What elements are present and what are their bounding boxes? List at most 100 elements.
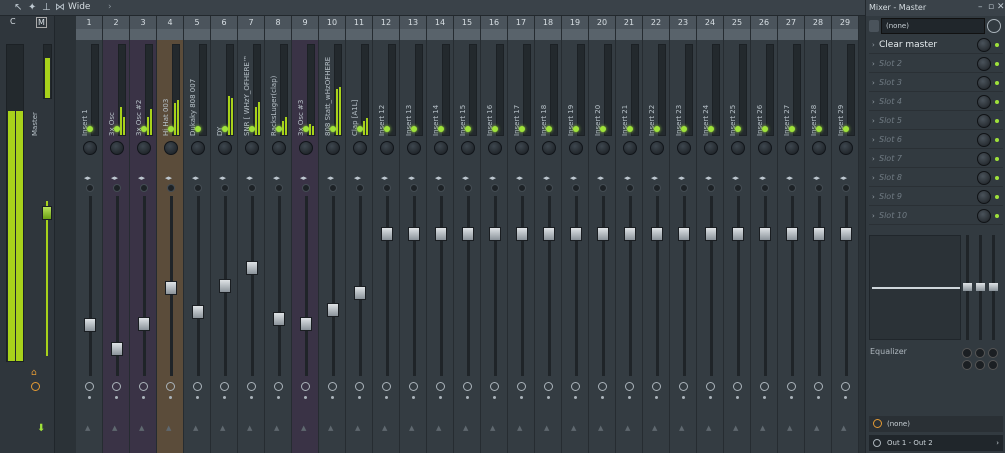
slot-mix-knob[interactable] xyxy=(977,95,991,109)
mixer-strip[interactable]: 18 Insert 18 ◂▸ ▲ xyxy=(535,16,562,453)
record-icon[interactable] xyxy=(328,382,337,391)
volume-fader[interactable] xyxy=(813,227,825,241)
record-icon[interactable] xyxy=(490,382,499,391)
fader-track[interactable] xyxy=(575,196,578,376)
stereo-arrows-icon[interactable]: ◂▸ xyxy=(84,174,91,182)
close-icon[interactable]: ✕ xyxy=(997,2,1005,12)
strip-name[interactable]: Insert 24 xyxy=(700,56,710,136)
slot-enable-led[interactable] xyxy=(995,100,999,104)
eq-band-3-handle[interactable] xyxy=(989,283,998,291)
route-arrow-icon[interactable]: ▲ xyxy=(490,424,495,432)
route-dot[interactable] xyxy=(115,396,118,399)
stereo-knob[interactable] xyxy=(356,184,364,192)
route-arrow-icon[interactable]: ▲ xyxy=(787,424,792,432)
route-arrow-icon[interactable]: ▲ xyxy=(139,424,144,432)
stereo-knob[interactable] xyxy=(167,184,175,192)
pan-knob[interactable] xyxy=(83,141,97,155)
effect-slot[interactable]: › Slot 2 xyxy=(869,55,1003,73)
strip-name[interactable]: Insert 21 xyxy=(619,56,629,136)
route-dot[interactable] xyxy=(439,396,442,399)
slot-enable-led[interactable] xyxy=(995,157,999,161)
slot-mix-knob[interactable] xyxy=(977,209,991,223)
strip-number[interactable]: 28 xyxy=(805,16,831,29)
effect-slot[interactable]: › Slot 10 xyxy=(869,207,1003,225)
route-arrow-icon[interactable]: ▲ xyxy=(274,424,279,432)
route-dot[interactable] xyxy=(601,396,604,399)
strip-number[interactable]: 16 xyxy=(481,16,507,29)
eq-knob-1[interactable] xyxy=(962,348,972,358)
route-dot[interactable] xyxy=(682,396,685,399)
master-arrow-icon[interactable]: ⬇ xyxy=(37,423,45,434)
mixer-strip[interactable]: 7 SNR [ WHzY_OFHERE™ ] ◂▸ ▲ xyxy=(238,16,265,453)
route-dot[interactable] xyxy=(520,396,523,399)
stereo-arrows-icon[interactable]: ◂▸ xyxy=(138,174,145,182)
record-icon[interactable] xyxy=(274,382,283,391)
mixer-strip[interactable]: 21 Insert 21 ◂▸ ▲ xyxy=(616,16,643,453)
stereo-knob[interactable] xyxy=(140,184,148,192)
mute-led[interactable] xyxy=(627,126,633,132)
route-dot[interactable] xyxy=(574,396,577,399)
stereo-arrows-icon[interactable]: ◂▸ xyxy=(354,174,361,182)
strip-name[interactable]: Insert 15 xyxy=(457,56,467,136)
mute-led[interactable] xyxy=(195,126,201,132)
stereo-arrows-icon[interactable]: ◂▸ xyxy=(678,174,685,182)
strip-number[interactable]: 26 xyxy=(751,16,777,29)
stereo-knob[interactable] xyxy=(599,184,607,192)
pan-knob[interactable] xyxy=(677,141,691,155)
stereo-knob[interactable] xyxy=(626,184,634,192)
mute-led[interactable] xyxy=(762,126,768,132)
fader-track[interactable] xyxy=(791,196,794,376)
mixer-strip[interactable]: 26 Insert 26 ◂▸ ▲ xyxy=(751,16,778,453)
strip-name[interactable]: Insert 14 xyxy=(430,56,440,136)
slot-enable-led[interactable] xyxy=(995,138,999,142)
pan-knob[interactable] xyxy=(164,141,178,155)
slot-enable-led[interactable] xyxy=(995,214,999,218)
route-dot[interactable] xyxy=(736,396,739,399)
mixer-strip[interactable]: 27 Insert 27 ◂▸ ▲ xyxy=(778,16,805,453)
fader-track[interactable] xyxy=(305,196,308,376)
strip-name[interactable]: Insert 22 xyxy=(646,56,656,136)
strip-number[interactable]: 20 xyxy=(589,16,615,29)
eq-knob-4[interactable] xyxy=(962,360,972,370)
pointer-icon[interactable]: ↖ xyxy=(14,2,22,14)
stereo-arrows-icon[interactable]: ◂▸ xyxy=(759,174,766,182)
mute-led[interactable] xyxy=(411,126,417,132)
route-arrow-icon[interactable]: ▲ xyxy=(598,424,603,432)
record-icon[interactable] xyxy=(463,382,472,391)
mute-led[interactable] xyxy=(843,126,849,132)
fader-track[interactable] xyxy=(89,196,92,376)
fader-track[interactable] xyxy=(332,196,335,376)
fader-track[interactable] xyxy=(710,196,713,376)
mute-led[interactable] xyxy=(384,126,390,132)
pan-knob[interactable] xyxy=(461,141,475,155)
mixer-strip[interactable]: 4 Hi Hat 003 ◂▸ ▲ xyxy=(157,16,184,453)
slot-mix-knob[interactable] xyxy=(977,76,991,90)
record-icon[interactable] xyxy=(544,382,553,391)
volume-fader[interactable] xyxy=(570,227,582,241)
mute-led[interactable] xyxy=(222,126,228,132)
record-icon[interactable] xyxy=(166,382,175,391)
record-icon[interactable] xyxy=(625,382,634,391)
fader-track[interactable] xyxy=(656,196,659,376)
volume-fader[interactable] xyxy=(705,227,717,241)
route-dot[interactable] xyxy=(88,396,91,399)
mixer-strip[interactable]: 16 Insert 16 ◂▸ ▲ xyxy=(481,16,508,453)
mute-led[interactable] xyxy=(708,126,714,132)
stereo-arrows-icon[interactable]: ◂▸ xyxy=(732,174,739,182)
strip-name[interactable]: Insert 13 xyxy=(403,56,413,136)
mute-led[interactable] xyxy=(168,126,174,132)
mixer-strip[interactable]: 5 Dukaky 808 007 ◂▸ ▲ xyxy=(184,16,211,453)
record-icon[interactable] xyxy=(814,382,823,391)
strip-name[interactable]: Insert 28 xyxy=(808,56,818,136)
volume-fader[interactable] xyxy=(138,317,150,331)
stereo-arrows-icon[interactable]: ◂▸ xyxy=(840,174,847,182)
fader-track[interactable] xyxy=(818,196,821,376)
fader-track[interactable] xyxy=(629,196,632,376)
strip-number[interactable]: 8 xyxy=(265,16,291,29)
volume-fader[interactable] xyxy=(489,227,501,241)
stereo-arrows-icon[interactable]: ◂▸ xyxy=(813,174,820,182)
mute-led[interactable] xyxy=(816,126,822,132)
strip-name[interactable]: Insert 16 xyxy=(484,56,494,136)
mute-led[interactable] xyxy=(249,126,255,132)
route-arrow-icon[interactable]: ▲ xyxy=(355,424,360,432)
